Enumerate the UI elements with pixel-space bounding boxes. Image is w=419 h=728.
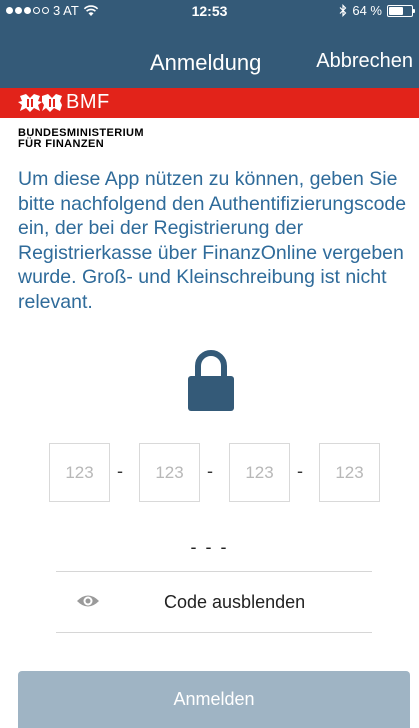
- status-bar: 3 AT 12:53 64 %: [0, 0, 419, 22]
- lock-icon: [188, 350, 234, 411]
- page-title: Anmeldung: [150, 50, 262, 75]
- battery-percentage: 64 %: [352, 3, 382, 18]
- auth-code-inputs: 123 - 123 - 123 - 123: [49, 443, 381, 502]
- code-field-2[interactable]: 123: [139, 443, 200, 502]
- eagle-emblem-icon: [18, 94, 62, 112]
- divider: [56, 632, 372, 633]
- code-field-1[interactable]: 123: [49, 443, 110, 502]
- battery-fill: [389, 6, 404, 15]
- code-separator: -: [117, 461, 123, 481]
- bmf-logo-bar: [0, 88, 419, 118]
- ministry-name: BUNDESMINISTERIUM FÜR FINANZEN: [18, 128, 144, 150]
- code-preview: - - -: [190, 537, 229, 557]
- code-field-4[interactable]: 123: [319, 443, 380, 502]
- hide-code-label: Code ausblenden: [164, 592, 306, 612]
- top-bar: 3 AT 12:53 64 % Anmeldung Abbrechen: [0, 0, 419, 88]
- code-field-3[interactable]: 123: [229, 443, 290, 502]
- cancel-button[interactable]: Abbrechen: [316, 50, 413, 73]
- eye-icon: [77, 595, 99, 607]
- login-button[interactable]: Anmelden: [18, 671, 410, 728]
- bmf-logo-text: BMF: [66, 91, 110, 113]
- ministry-line-2: FÜR FINANZEN: [18, 138, 105, 150]
- code-separator: -: [207, 461, 213, 481]
- code-separator: -: [297, 461, 303, 481]
- battery-icon: [387, 4, 415, 17]
- intro-text: Um diese App nützen zu können, geben Sie…: [18, 168, 407, 313]
- bluetooth-icon: [339, 4, 347, 17]
- hide-code-toggle[interactable]: Code ausblenden: [56, 572, 372, 632]
